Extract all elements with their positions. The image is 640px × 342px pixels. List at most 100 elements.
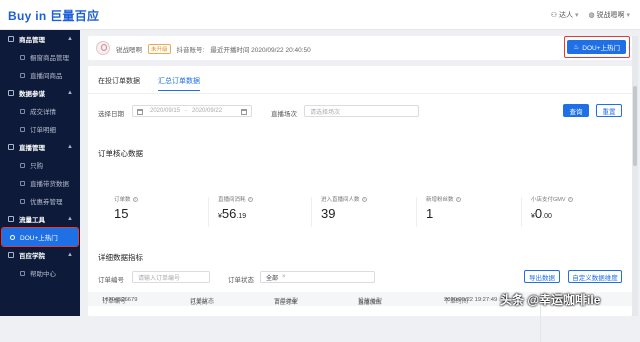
sidebar-group-products[interactable]: 商品管理 ▲	[0, 30, 80, 48]
sidebar-item-showcase[interactable]: 橱窗商品管理	[0, 48, 80, 66]
date-range-picker[interactable]: 2020/09/15 - 2020/09/22	[132, 105, 252, 117]
put-type: 直播加热	[358, 300, 382, 306]
sidebar-group-data[interactable]: 数据参谋 ▲	[0, 84, 80, 102]
question-icon[interactable]: ?	[132, 196, 138, 202]
chevron-up-icon: ▲	[67, 216, 73, 222]
metric-label: 新增粉丝数	[426, 197, 454, 203]
sidebar-item-live-products[interactable]: 直播间商品	[0, 66, 80, 84]
group-label: 直播管理	[19, 145, 45, 152]
group-label: 商品管理	[19, 37, 45, 44]
chevron-down-icon: ▾	[626, 12, 630, 19]
custom-dimension-button[interactable]: 自定义数据维度	[568, 270, 622, 283]
range-separator: -	[185, 108, 188, 114]
tab-bar: 在投订单数据 汇总订单数据	[98, 76, 200, 91]
metric-orders: 订单数? 15	[114, 195, 214, 221]
core-data-title: 订单核心数据	[98, 149, 143, 158]
group-label: 流量工具	[19, 217, 45, 224]
item-label: 优惠券管理	[30, 199, 63, 206]
sidebar-item-live-data[interactable]: 直播带货数据	[0, 174, 80, 192]
order-no-input[interactable]: 请输入订单编号	[132, 271, 210, 283]
metric-label: 订单数	[114, 197, 131, 203]
question-icon[interactable]: ?	[361, 196, 367, 202]
shield-icon: ⚇	[550, 12, 558, 19]
sidebar-item-deals[interactable]: 成交详情	[0, 102, 80, 120]
metric-gmv: 小店支付GMV? ¥0.00	[531, 195, 631, 221]
metric-decimal: .19	[236, 213, 247, 220]
sidebar-item-orders[interactable]: 订单明细	[0, 120, 80, 138]
academy-icon	[8, 252, 14, 258]
list-icon	[20, 126, 25, 132]
avatar	[96, 41, 110, 55]
divider	[416, 197, 417, 227]
list-icon	[20, 198, 25, 204]
metric-label: 进入直播间人数	[321, 197, 360, 203]
list-icon	[20, 180, 25, 186]
user-icon: ◍	[588, 12, 595, 19]
session-label: 直播场次	[271, 111, 297, 118]
sidebar-item-dou-plus[interactable]: DOU+上热门	[1, 227, 79, 247]
sidebar: 商品管理 ▲ 橱窗商品管理 直播间商品 数据参谋 ▲ 成交详情 订单明细 直播管理 ▲…	[0, 30, 80, 316]
brand-logo[interactable]: Buy in 巨量百应	[8, 7, 99, 24]
sidebar-item-purchase[interactable]: 只购	[0, 156, 80, 174]
calendar-icon	[241, 109, 247, 115]
question-icon[interactable]: ?	[455, 196, 461, 202]
reset-button[interactable]: 重置	[596, 104, 622, 117]
order-status-label: 订单状态	[228, 277, 254, 284]
metric-spend: 直播间消耗? ¥56.19	[218, 195, 318, 221]
calendar-icon	[137, 109, 143, 115]
chevron-up-icon: ▲	[67, 144, 73, 150]
order-status-select[interactable]: 全部 ×	[260, 271, 375, 283]
user-menu[interactable]: ◍ 锐战嗯啊 ▾	[588, 10, 630, 20]
list-icon	[20, 108, 25, 114]
item-label: DOU+上热门	[20, 235, 58, 242]
item-label: 只购	[30, 163, 43, 170]
tab-summary-orders[interactable]: 汇总订单数据	[158, 76, 200, 91]
list-icon	[20, 54, 25, 60]
button-label: DOU+上热门	[582, 45, 620, 52]
sidebar-group-live[interactable]: 直播管理 ▲	[0, 138, 80, 156]
selected-value: 全部	[266, 275, 279, 282]
close-icon[interactable]: ×	[282, 274, 286, 280]
status-badge: 未升级	[148, 44, 171, 54]
session-select[interactable]: 请选择场次	[304, 105, 419, 117]
chevron-up-icon: ▲	[67, 90, 73, 96]
top-right: ⚇ 达人 ▾ ◍ 锐战嗯啊 ▾	[551, 10, 630, 20]
query-button[interactable]: 查询	[563, 104, 589, 117]
top-bar: Buy in 巨量百应 ⚇ 达人 ▾ ◍ 锐战嗯啊 ▾	[0, 0, 640, 30]
sidebar-item-coupons[interactable]: 优惠券管理	[0, 192, 80, 210]
dou-plus-button[interactable]: ♨ DOU+上热门	[567, 40, 626, 54]
scrollbar-thumb[interactable]	[633, 86, 637, 166]
export-button[interactable]: 导出数据	[524, 270, 560, 283]
sidebar-group-traffic[interactable]: 流量工具 ▲	[0, 210, 80, 228]
question-icon[interactable]: ?	[247, 196, 253, 202]
last-live-time: 最近开播时间 2020/09/22 20:40:50	[210, 47, 311, 54]
traffic-icon	[8, 216, 14, 222]
flame-icon: ♨	[573, 44, 580, 51]
list-icon	[20, 72, 25, 78]
date-start: 2020/09/15	[150, 108, 181, 114]
watermark: 头条 @幸运咖啡ile	[500, 293, 601, 307]
item-label: 帮助中心	[30, 271, 56, 278]
flame-icon	[10, 234, 15, 240]
chevron-up-icon: ▲	[67, 36, 73, 42]
divider	[208, 197, 209, 227]
role-switch[interactable]: ⚇ 达人 ▾	[551, 10, 579, 20]
help-icon	[20, 270, 25, 276]
user-name: 锐战嗯啊	[116, 47, 142, 54]
list-icon	[20, 162, 25, 168]
sidebar-item-help[interactable]: 帮助中心	[0, 264, 80, 282]
sidebar-group-academy[interactable]: 百应学院 ▲	[0, 246, 80, 264]
item-label: 橱窗商品管理	[30, 55, 69, 62]
product-icon	[8, 36, 14, 42]
divider	[88, 93, 632, 94]
account-label: 抖音账号:	[176, 47, 205, 54]
data-card: 在投订单数据 汇总订单数据 选择日期 2020/09/15 - 2020/09/…	[88, 66, 632, 342]
detail-title: 详细数据指标	[98, 253, 143, 262]
scrollbar[interactable]	[632, 36, 638, 316]
question-icon[interactable]: ?	[567, 196, 573, 202]
item-label: 订单明细	[30, 127, 56, 134]
user-name: 锐战嗯啊	[596, 12, 625, 19]
chevron-up-icon: ▲	[67, 252, 73, 258]
tab-active-orders[interactable]: 在投订单数据	[98, 76, 140, 91]
divider	[311, 197, 312, 227]
